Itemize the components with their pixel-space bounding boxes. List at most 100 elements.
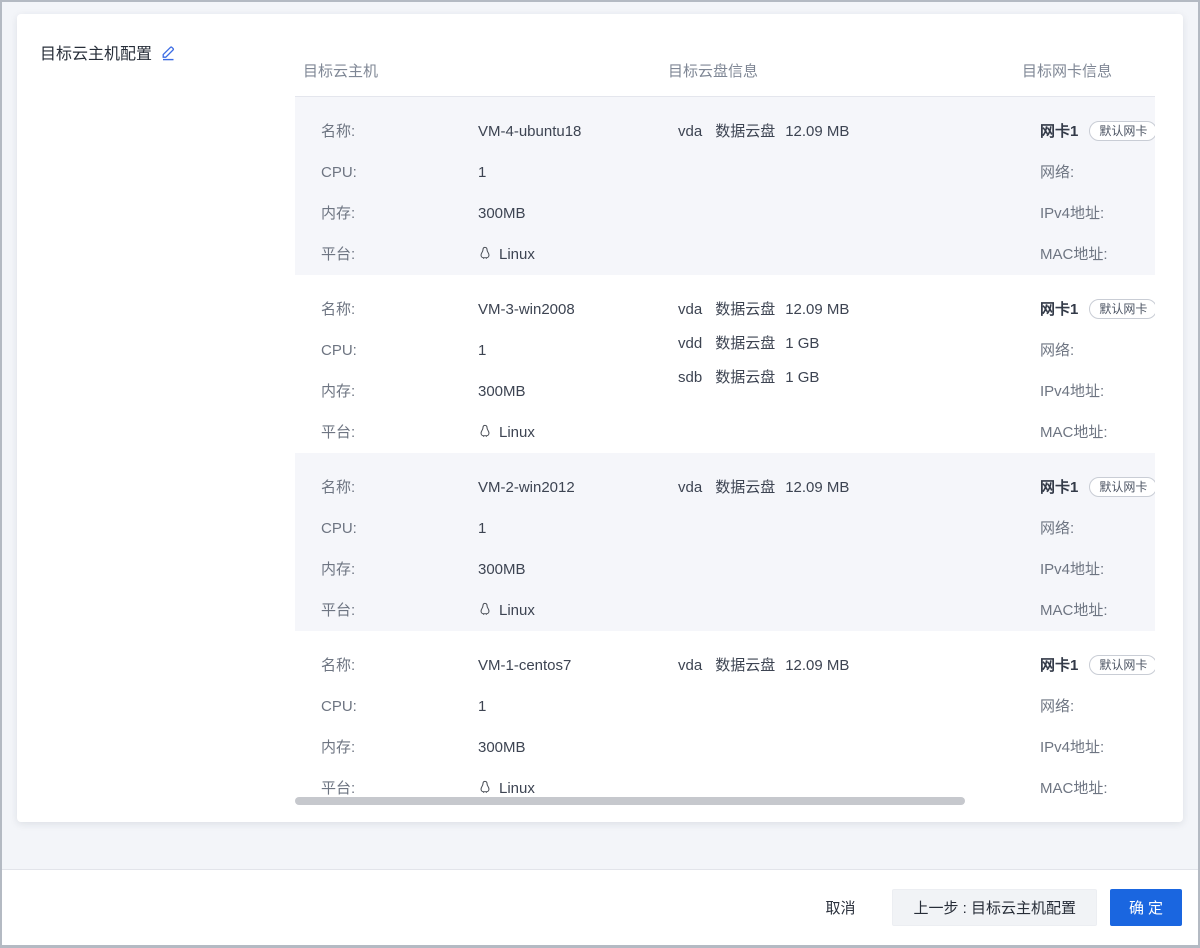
field-label-platform: 平台: [321,244,478,266]
host-field-platform: 平台:Linux [321,422,668,444]
host-field-memory: 内存:300MB [321,203,668,225]
host-field-memory: 内存:300MB [321,381,668,403]
field-value-memory: 300MB [478,561,526,578]
footer-action-bar: 取消 上一步 : 目标云主机配置 确定 [2,869,1198,945]
field-label-memory: 内存: [321,737,478,759]
section-header: 目标云主机配置 [40,40,177,64]
field-value-cpu: 1 [478,698,486,715]
disk-device: vdd [678,335,702,352]
nic-name: 网卡1 [1040,301,1078,318]
nic-name: 网卡1 [1040,479,1078,496]
field-label-name: 名称: [321,477,478,499]
nic-field-ipv4: IPv4地址: [1040,381,1155,403]
nic-label-ipv4: IPv4地址: [1040,205,1104,222]
table-header-row: 目标云主机 目标云盘信息 目标网卡信息 [295,30,1155,97]
disk-entry: vda 数据云盘 12.09 MB [678,299,1022,321]
host-field-name: 名称:VM-3-win2008 [321,299,668,321]
host-field-memory: 内存:300MB [321,559,668,581]
nic-field-mac: MAC地址: [1040,422,1155,444]
col-header-target-nic: 目标网卡信息 [1022,62,1155,82]
host-field-name: 名称:VM-1-centos7 [321,655,668,677]
disk-type: 数据云盘 [715,301,775,318]
disk-column: vda 数据云盘 12.09 MB [668,97,1022,275]
host-field-memory: 内存:300MB [321,737,668,759]
edit-pencil-icon[interactable] [160,44,177,61]
nic-field-ipv4: IPv4地址: [1040,737,1155,759]
field-value-cpu: 1 [478,520,486,537]
nic-column: 网卡1 默认网卡网络: IPv4地址: MAC地址: [1022,275,1155,453]
vm-review-table: 目标云主机 目标云盘信息 目标网卡信息 名称:VM-4-ubuntu18CPU:… [295,30,1155,810]
default-nic-tag: 默认网卡 [1089,299,1155,319]
col-header-target-disk: 目标云盘信息 [668,62,1022,82]
nic-title-line: 网卡1 默认网卡 [1040,299,1155,321]
nic-field-mac: MAC地址: [1040,778,1155,800]
platform-text: Linux [499,780,535,797]
host-field-name: 名称:VM-2-win2012 [321,477,668,499]
host-field-cpu: CPU:1 [321,696,668,718]
nic-name: 网卡1 [1040,657,1078,674]
nic-field-network: 网络: [1040,696,1155,718]
host-field-name: 名称:VM-4-ubuntu18 [321,121,668,143]
disk-size: 12.09 MB [785,657,849,674]
nic-title-line: 网卡1默认网卡 [1040,121,1155,143]
field-value-name: VM-4-ubuntu18 [478,123,581,140]
disk-type: 数据云盘 [715,369,775,386]
platform-text: Linux [499,602,535,619]
field-value-platform: Linux [478,780,535,797]
nic-field-network: 网络: [1040,518,1155,540]
platform-text: Linux [499,246,535,263]
disk-device: sdb [678,369,702,386]
field-label-cpu: CPU: [321,696,478,718]
dialog-body: 目标云主机配置 目标云主机 目标云盘信息 目标网卡信息 名称:VM-4-ubun… [0,0,1200,948]
col-header-target-host: 目标云主机 [295,62,668,82]
nic-column: 网卡1默认网卡网络:IPv4地址:MAC地址: [1022,631,1155,808]
disk-device: vda [678,301,702,318]
host-field-cpu: CPU:1 [321,518,668,540]
disk-entry: vda数据云盘12.09 MB [678,655,1022,677]
disk-size: 12.09 MB [785,123,849,140]
field-value-name: VM-3-win2008 [478,301,575,318]
nic-label-network: 网络: [1040,520,1074,537]
confirm-button[interactable]: 确定 [1110,889,1182,926]
field-label-memory: 内存: [321,381,478,403]
field-label-name: 名称: [321,299,478,321]
vm-row: 名称:VM-3-win2008 CPU:1 内存:300MB 平台:Linux vda 数… [295,275,1155,453]
disk-size: 1 GB [785,369,819,386]
nic-label-mac: MAC地址: [1040,780,1108,797]
disk-size: 12.09 MB [785,301,849,318]
host-field-platform: 平台: Linux [321,244,668,266]
disk-type: 数据云盘 [715,657,775,674]
table-scroll-content: 目标云主机 目标云盘信息 目标网卡信息 名称:VM-4-ubuntu18CPU:… [295,30,1155,808]
field-value-memory: 300MB [478,205,526,222]
disk-entry: vda数据云盘12.09 MB [678,477,1022,499]
nic-label-network: 网络: [1040,164,1074,181]
nic-label-mac: MAC地址: [1040,602,1108,619]
cancel-button[interactable]: 取消 [825,897,855,918]
disk-entry: vda 数据云盘 12.09 MB [678,121,1022,143]
field-value-cpu: 1 [478,342,486,359]
horizontal-scrollbar-thumb[interactable] [295,797,965,805]
field-value-platform: Linux [478,246,535,263]
nic-field-network: 网络: [1040,162,1155,184]
nic-title-line: 网卡1默认网卡 [1040,477,1155,499]
host-column: 名称:VM-3-win2008 CPU:1 内存:300MB 平台:Linux [295,275,668,453]
previous-step-button[interactable]: 上一步 : 目标云主机配置 [892,889,1097,926]
field-label-name: 名称: [321,121,478,143]
disk-type: 数据云盘 [715,123,775,140]
disk-device: vda [678,123,702,140]
nic-label-ipv4: IPv4地址: [1040,383,1104,400]
field-value-name: VM-1-centos7 [478,657,571,674]
disk-size: 1 GB [785,335,819,352]
default-nic-tag: 默认网卡 [1089,121,1155,141]
disk-size: 12.09 MB [785,479,849,496]
host-column: 名称:VM-1-centos7CPU:1内存:300MB平台:Linux [295,631,668,808]
field-value-platform: Linux [478,424,535,441]
field-value-memory: 300MB [478,739,526,756]
nic-label-ipv4: IPv4地址: [1040,739,1104,756]
nic-label-network: 网络: [1040,342,1074,359]
disk-column: vda数据云盘12.09 MB [668,453,1022,631]
field-value-cpu: 1 [478,164,486,181]
host-field-cpu: CPU:1 [321,340,668,362]
platform-text: Linux [499,424,535,441]
nic-label-mac: MAC地址: [1040,424,1108,441]
